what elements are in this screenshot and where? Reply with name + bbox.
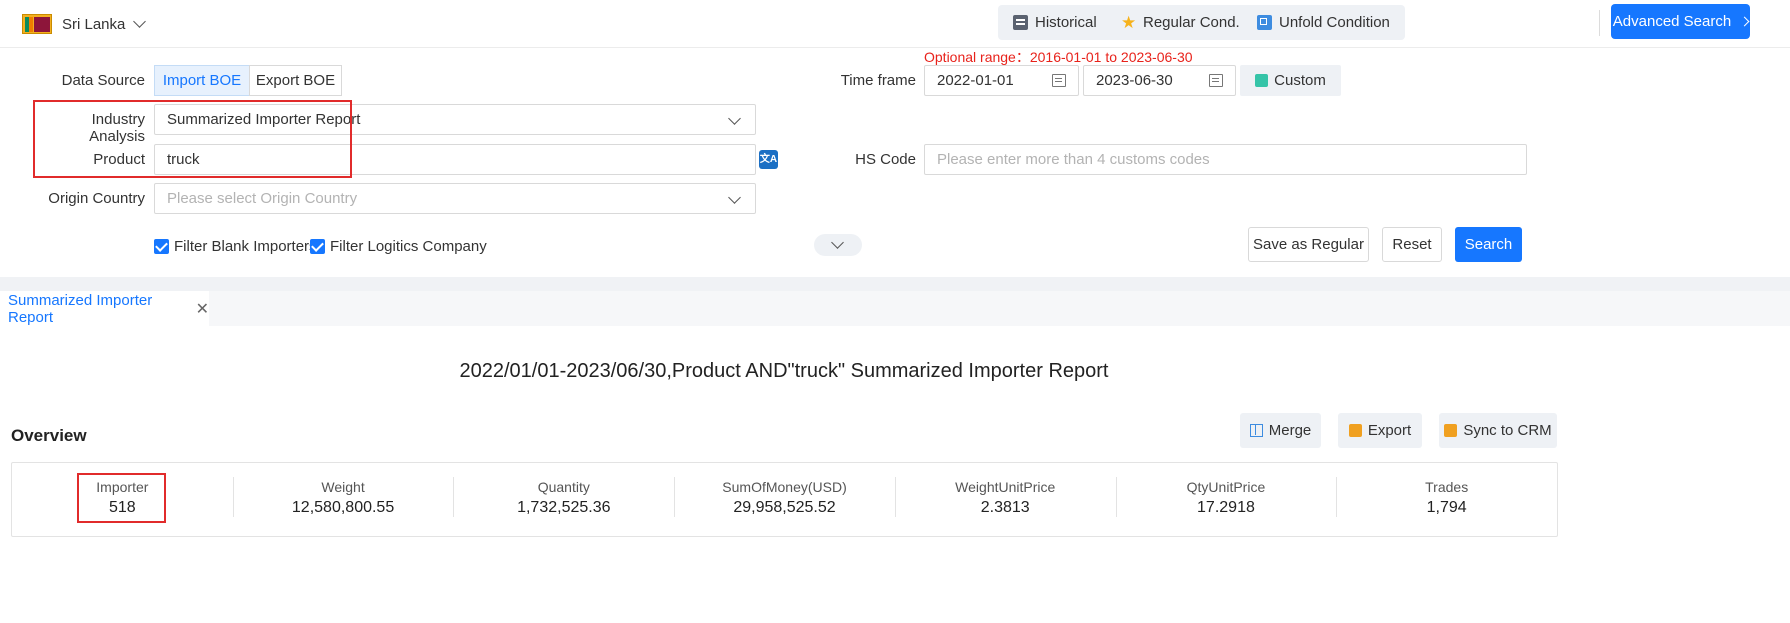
origin-country-placeholder: Please select Origin Country — [167, 190, 358, 207]
historical-label: Historical — [1035, 14, 1097, 31]
sri-lanka-flag-icon — [22, 14, 52, 34]
tab-summarized-importer-report[interactable]: Summarized Importer Report ✕ — [0, 291, 209, 326]
stat-key: WeightUnitPrice — [955, 479, 1056, 495]
time-frame-label: Time frame — [840, 72, 916, 89]
stat-key: Weight — [321, 479, 365, 495]
checkbox-checked-icon — [154, 239, 169, 254]
date-to-input[interactable]: 2023-06-30 — [1083, 65, 1236, 96]
unfold-label: Unfold Condition — [1279, 14, 1390, 31]
stat-trades: Trades 1,794 — [1336, 463, 1557, 536]
chevron-down-icon — [728, 191, 741, 204]
close-icon[interactable]: ✕ — [196, 299, 209, 319]
highlight-box-industry-product — [33, 100, 352, 178]
stat-qty-unit-price: QtyUnitPrice 17.2918 — [1115, 463, 1337, 536]
history-icon — [1013, 15, 1028, 30]
advanced-search-button[interactable]: Advanced Search — [1611, 4, 1750, 39]
tab-strip — [0, 291, 1790, 326]
date-to-value: 2023-06-30 — [1096, 72, 1173, 89]
origin-country-select[interactable]: Please select Origin Country — [154, 183, 756, 214]
export-icon — [1348, 424, 1362, 437]
hs-code-placeholder: Please enter more than 4 customs codes — [937, 151, 1210, 168]
filter-logistics-checkbox[interactable]: Filter Logitics Company — [310, 238, 487, 255]
merge-label: Merge — [1268, 422, 1312, 439]
chevron-right-icon — [1739, 16, 1750, 27]
filter-logistics-label: Filter Logitics Company — [330, 238, 487, 255]
advanced-search-label: Advanced Search — [1612, 13, 1732, 30]
merge-icon — [1249, 424, 1263, 437]
chevron-down-icon — [831, 236, 844, 249]
sync-icon — [1444, 424, 1458, 437]
regular-cond-button[interactable]: ★ Regular Cond. — [1106, 5, 1255, 40]
stat-value: 29,958,525.52 — [733, 499, 836, 516]
data-source-label: Data Source — [61, 72, 145, 89]
chevron-down-icon — [728, 112, 741, 125]
filter-blank-importers-checkbox[interactable]: Filter Blank Importers — [154, 238, 317, 255]
stat-key: Quantity — [537, 479, 590, 495]
stat-weight-unit-price: WeightUnitPrice 2.3813 — [894, 463, 1116, 536]
top-bar: Sri Lanka Historical ★ Regular Cond. Unf… — [0, 0, 1790, 48]
custom-label: Custom — [1274, 72, 1326, 89]
stat-key: Trades — [1425, 479, 1469, 495]
stat-value: 1,794 — [1426, 499, 1467, 516]
sync-to-crm-button[interactable]: Sync to CRM — [1439, 413, 1557, 448]
report-title: 2022/01/01-2023/06/30,Product AND"truck"… — [459, 360, 1109, 382]
stat-value: 2.3813 — [980, 499, 1030, 516]
star-icon: ★ — [1121, 13, 1137, 32]
hs-code-label: HS Code — [855, 151, 916, 168]
stat-key: QtyUnitPrice — [1186, 479, 1266, 495]
country-name: Sri Lanka — [62, 15, 126, 33]
stat-quantity: Quantity 1,732,525.36 — [453, 463, 674, 536]
stat-value: 17.2918 — [1197, 499, 1255, 516]
stat-key: SumOfMoney(USD) — [722, 479, 847, 495]
header-divider — [1599, 10, 1600, 36]
calendar-icon — [1052, 74, 1066, 87]
stat-weight: Weight 12,580,800.55 — [232, 463, 454, 536]
overview-stats: Importer 518 Weight 12,580,800.55 Quanti… — [11, 462, 1558, 537]
date-from-value: 2022-01-01 — [937, 72, 1014, 89]
regular-cond-label: Regular Cond. — [1143, 14, 1240, 31]
import-boe-tab[interactable]: Import BOE — [154, 65, 250, 96]
hs-code-input[interactable]: Please enter more than 4 customs codes — [924, 144, 1527, 175]
highlight-box-importer — [77, 473, 166, 523]
checkbox-checked-icon — [310, 239, 325, 254]
calendar-icon — [1209, 74, 1223, 87]
expand-filters-button[interactable] — [814, 234, 862, 256]
date-from-input[interactable]: 2022-01-01 — [924, 65, 1079, 96]
merge-button[interactable]: Merge — [1240, 413, 1321, 448]
stat-value: 12,580,800.55 — [291, 499, 395, 516]
overview-heading: Overview — [11, 426, 87, 445]
sync-label: Sync to CRM — [1463, 422, 1552, 439]
custom-range-button[interactable]: Custom — [1240, 65, 1341, 96]
unfold-icon — [1257, 15, 1272, 30]
section-divider — [0, 277, 1790, 291]
export-button[interactable]: Export — [1338, 413, 1422, 448]
stat-sum-of-money: SumOfMoney(USD) 29,958,525.52 — [674, 463, 895, 536]
stat-value: 1,732,525.36 — [517, 499, 611, 516]
optional-range-hint: Optional range：2016-01-01 to 2023-06-30 — [924, 49, 1193, 65]
filter-blank-importers-label: Filter Blank Importers — [174, 238, 317, 255]
reset-button[interactable]: Reset — [1382, 227, 1442, 262]
search-button[interactable]: Search — [1455, 227, 1522, 262]
save-as-regular-button[interactable]: Save as Regular — [1248, 227, 1369, 262]
custom-icon — [1255, 74, 1269, 87]
export-boe-tab[interactable]: Export BOE — [249, 65, 342, 96]
country-selector[interactable]: Sri Lanka — [22, 10, 147, 38]
origin-country-label: Origin Country — [48, 190, 145, 207]
historical-button[interactable]: Historical — [998, 5, 1112, 40]
tab-label: Summarized Importer Report — [8, 291, 153, 326]
unfold-condition-button[interactable]: Unfold Condition — [1242, 5, 1405, 40]
translate-icon[interactable]: 文A — [759, 150, 778, 169]
export-label: Export — [1367, 422, 1412, 439]
chevron-down-icon — [133, 15, 147, 28]
